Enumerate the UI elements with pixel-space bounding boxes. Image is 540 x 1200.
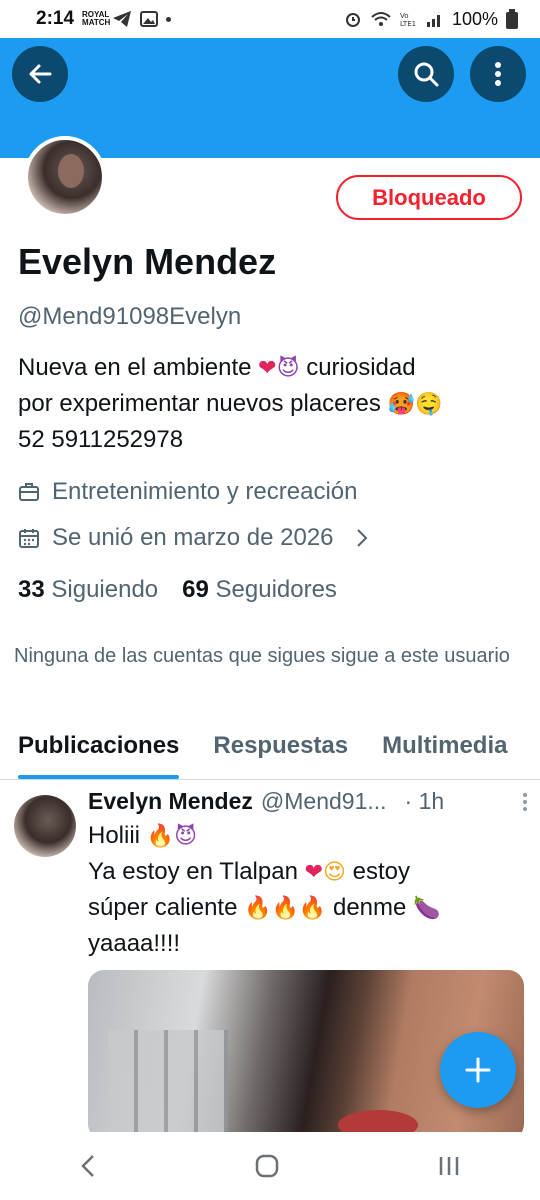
bio-line1-b: curiosidad [306, 354, 416, 381]
search-icon [414, 62, 439, 87]
alarm-icon [345, 13, 360, 27]
red-heart-emoji: ❤ [304, 860, 324, 885]
compose-button[interactable] [440, 1032, 516, 1108]
search-button[interactable] [398, 46, 454, 102]
blocked-button[interactable]: Bloqueado [336, 175, 522, 220]
post-line1: Holiii [88, 822, 141, 849]
post-line2-a: Ya estoy en Tlalpan [88, 858, 298, 885]
bio-phone[interactable]: 52 5911252978 [18, 426, 183, 453]
post-author[interactable]: Evelyn Mendez [88, 788, 253, 815]
followers-link[interactable]: 69 Seguidores [182, 576, 337, 604]
post-line4: yaaaa!!!! [88, 930, 181, 957]
notification-app-label: ROYAL MATCH [82, 10, 111, 27]
post-header: Evelyn Mendez @Mend91... · 1h [88, 788, 528, 815]
followers-count: 69 [182, 576, 209, 603]
back-nav-icon[interactable] [78, 1153, 98, 1179]
home-nav-icon[interactable] [254, 1153, 280, 1179]
wifi-icon [371, 12, 391, 26]
fire-emoji: 🔥 [146, 824, 175, 849]
telegram-icon [113, 11, 132, 27]
post-line3-b: denme [332, 894, 407, 921]
profile-name: Evelyn Mendez [18, 241, 277, 282]
status-bar: 2:14 ROYAL MATCH Vo LTE1 100% [0, 0, 540, 38]
system-nav-bar [0, 1132, 540, 1200]
post-time: · 1h [404, 788, 445, 814]
follow-stats: 33 Siguiendo 69 Seguidores [18, 576, 337, 604]
chevron-right-icon [356, 529, 367, 547]
more-vertical-icon [495, 62, 501, 86]
recents-nav-icon[interactable] [436, 1153, 462, 1179]
svg-text:Vo: Vo [400, 12, 409, 20]
battery-percent: 100% [451, 8, 498, 29]
svg-text:LTE1: LTE1 [400, 20, 416, 28]
profile-bio: Nueva en el ambiente ❤😈 curiosidad por e… [18, 350, 528, 457]
volte-icon: VoLTE1 [400, 12, 416, 28]
status-time: 2:14 [36, 8, 75, 29]
heart-eyes-emoji: 😍 [323, 860, 346, 885]
profile-category: Entretenimiento y recreación [18, 478, 357, 506]
arrow-left-icon [29, 64, 52, 84]
more-options-button[interactable] [470, 46, 526, 102]
post-line2-b: estoy [352, 858, 411, 885]
bio-line2: por experimentar nuevos placeres [18, 390, 381, 417]
post-more-icon[interactable] [522, 792, 528, 812]
image-building [108, 1030, 228, 1140]
fire-emoji: 🔥🔥🔥 [244, 896, 327, 921]
following-count: 33 [18, 576, 45, 603]
profile-tabs: Publicaciones Respuestas Multimedia [0, 726, 540, 780]
calendar-icon [19, 529, 39, 548]
back-button[interactable] [12, 46, 68, 102]
followers-label: Seguidores [215, 576, 337, 603]
profile-handle: @Mend91098Evelyn [18, 303, 242, 330]
profile-avatar[interactable] [24, 136, 106, 218]
category-label: Entretenimiento y recreación [52, 478, 358, 505]
mutual-followers-note: Ninguna de las cuentas que sigues sigue … [14, 645, 510, 667]
tab-publicaciones[interactable]: Publicaciones [0, 726, 180, 779]
red-heart-emoji: ❤ [258, 356, 277, 381]
gallery-icon [140, 11, 159, 27]
battery-icon [506, 9, 518, 29]
plus-icon [465, 1057, 491, 1083]
post-line3-a: súper caliente [88, 894, 238, 921]
hot-face-emoji: 🥵 [387, 392, 415, 417]
tab-respuestas[interactable]: Respuestas [195, 726, 348, 779]
eggplant-emoji: 🍆 [413, 896, 441, 921]
tab-multimedia[interactable]: Multimedia [364, 726, 507, 779]
joined-label: Se unió en marzo de 2026 [52, 524, 334, 551]
following-link[interactable]: 33 Siguiendo [18, 576, 158, 604]
more-notifications-dot [166, 16, 172, 22]
post-text: Holiii 🔥😈 Ya estoy en Tlalpan ❤😍 estoy s… [88, 818, 518, 961]
smirk-emoji: 🤤 [414, 392, 443, 417]
smiling-devil-emoji: 😈 [276, 356, 300, 381]
post-avatar[interactable] [14, 795, 76, 857]
profile-joined[interactable]: Se unió en marzo de 2026 [18, 524, 368, 552]
briefcase-icon [19, 483, 39, 501]
signal-icon [426, 15, 440, 27]
post-handle: @Mend91... [260, 788, 387, 814]
smiling-devil-emoji: 😈 [174, 824, 198, 849]
following-label: Siguiendo [51, 576, 159, 603]
bio-line1-a: Nueva en el ambiente [18, 354, 252, 381]
